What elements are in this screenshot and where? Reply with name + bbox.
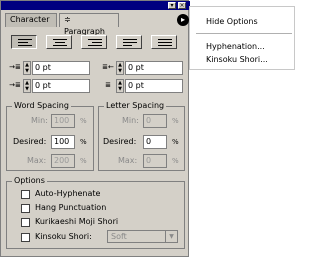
letter-max-field: 0 <box>143 154 167 168</box>
close-button[interactable]: × <box>178 2 186 9</box>
space-before-field[interactable]: 0 pt <box>125 79 183 93</box>
palette-titlebar[interactable]: ▾ × <box>1 1 190 10</box>
menu-item-kinsoku-shori[interactable]: Kinsoku Shori... <box>206 54 268 66</box>
options-title: Options <box>12 176 47 185</box>
word-desired-field[interactable]: 100 <box>51 135 75 149</box>
palette-menu-button[interactable]: ▸ <box>177 14 189 26</box>
justify-left-button[interactable] <box>116 35 142 49</box>
letter-desired-unit: % <box>172 138 179 146</box>
kurikaeshi-label: Kurikaeshi Moji Shori <box>35 217 119 226</box>
left-indent-field[interactable]: 0 pt <box>32 61 90 75</box>
menu-separator <box>196 33 292 34</box>
palette-flyout-menu: Hide Options Hyphenation... Kinsoku Shor… <box>189 6 295 70</box>
collapse-button[interactable]: ▾ <box>168 2 176 9</box>
chevron-down-icon: ▼ <box>165 231 177 242</box>
right-indent-field[interactable]: 0 pt <box>125 61 183 75</box>
space-before-stepper[interactable]: ▲ ▼ <box>116 79 124 93</box>
menu-item-hyphenation[interactable]: Hyphenation... <box>206 41 265 53</box>
align-right-button[interactable] <box>81 35 107 49</box>
tab-paragraph[interactable]: ≑ Paragraph <box>59 13 119 36</box>
word-min-field: 100 <box>51 114 75 128</box>
letter-spacing-title: Letter Spacing <box>104 101 167 110</box>
word-min-unit: % <box>80 117 87 125</box>
paragraph-palette: ▾ × Character ≑ Paragraph ▸ →≣ ▲ ▼ 0 pt ≣… <box>0 0 190 257</box>
kinsoku-select-value: Soft <box>111 232 127 241</box>
tab-character[interactable]: Character <box>5 13 57 27</box>
tab-marker-icon: ≑ <box>64 15 71 24</box>
auto-hyphenate-checkbox[interactable] <box>21 190 30 199</box>
word-desired-unit: % <box>80 138 87 146</box>
left-indent-stepper[interactable]: ▲ ▼ <box>23 61 31 75</box>
letter-desired-field[interactable]: 0 <box>143 135 167 149</box>
kinsoku-label: Kinsoku Shori: <box>35 232 92 241</box>
menu-item-hide-options[interactable]: Hide Options <box>206 16 258 28</box>
word-max-label: Max: <box>27 156 47 165</box>
kinsoku-checkbox[interactable] <box>21 233 30 242</box>
letter-max-label: Max: <box>118 156 138 165</box>
right-indent-stepper[interactable]: ▲ ▼ <box>116 61 124 75</box>
letter-min-label: Min: <box>122 116 139 125</box>
hang-punctuation-label: Hang Punctuation <box>35 203 107 212</box>
first-line-indent-stepper[interactable]: ▲ ▼ <box>23 79 31 93</box>
word-max-field: 200 <box>51 154 75 168</box>
right-indent-icon: ≣← <box>102 63 114 71</box>
letter-desired-label: Desired: <box>103 137 137 146</box>
word-desired-label: Desired: <box>13 137 47 146</box>
first-line-indent-icon: →≣ <box>9 81 21 89</box>
left-indent-icon: →≣ <box>9 63 21 71</box>
word-min-label: Min: <box>31 116 48 125</box>
first-line-indent-field[interactable]: 0 pt <box>32 79 90 93</box>
justify-all-button[interactable] <box>151 35 177 49</box>
align-center-button[interactable] <box>46 35 72 49</box>
letter-max-unit: % <box>172 157 179 165</box>
letter-min-unit: % <box>172 117 179 125</box>
word-spacing-title: Word Spacing <box>12 101 71 110</box>
word-max-unit: % <box>80 157 87 165</box>
kurikaeshi-checkbox[interactable] <box>21 218 30 227</box>
space-before-icon: ≣ <box>105 81 111 89</box>
hang-punctuation-checkbox[interactable] <box>21 204 30 213</box>
auto-hyphenate-label: Auto-Hyphenate <box>35 189 101 198</box>
align-left-button[interactable] <box>11 35 37 49</box>
letter-min-field: 0 <box>143 114 167 128</box>
kinsoku-select[interactable]: Soft ▼ <box>107 230 178 243</box>
